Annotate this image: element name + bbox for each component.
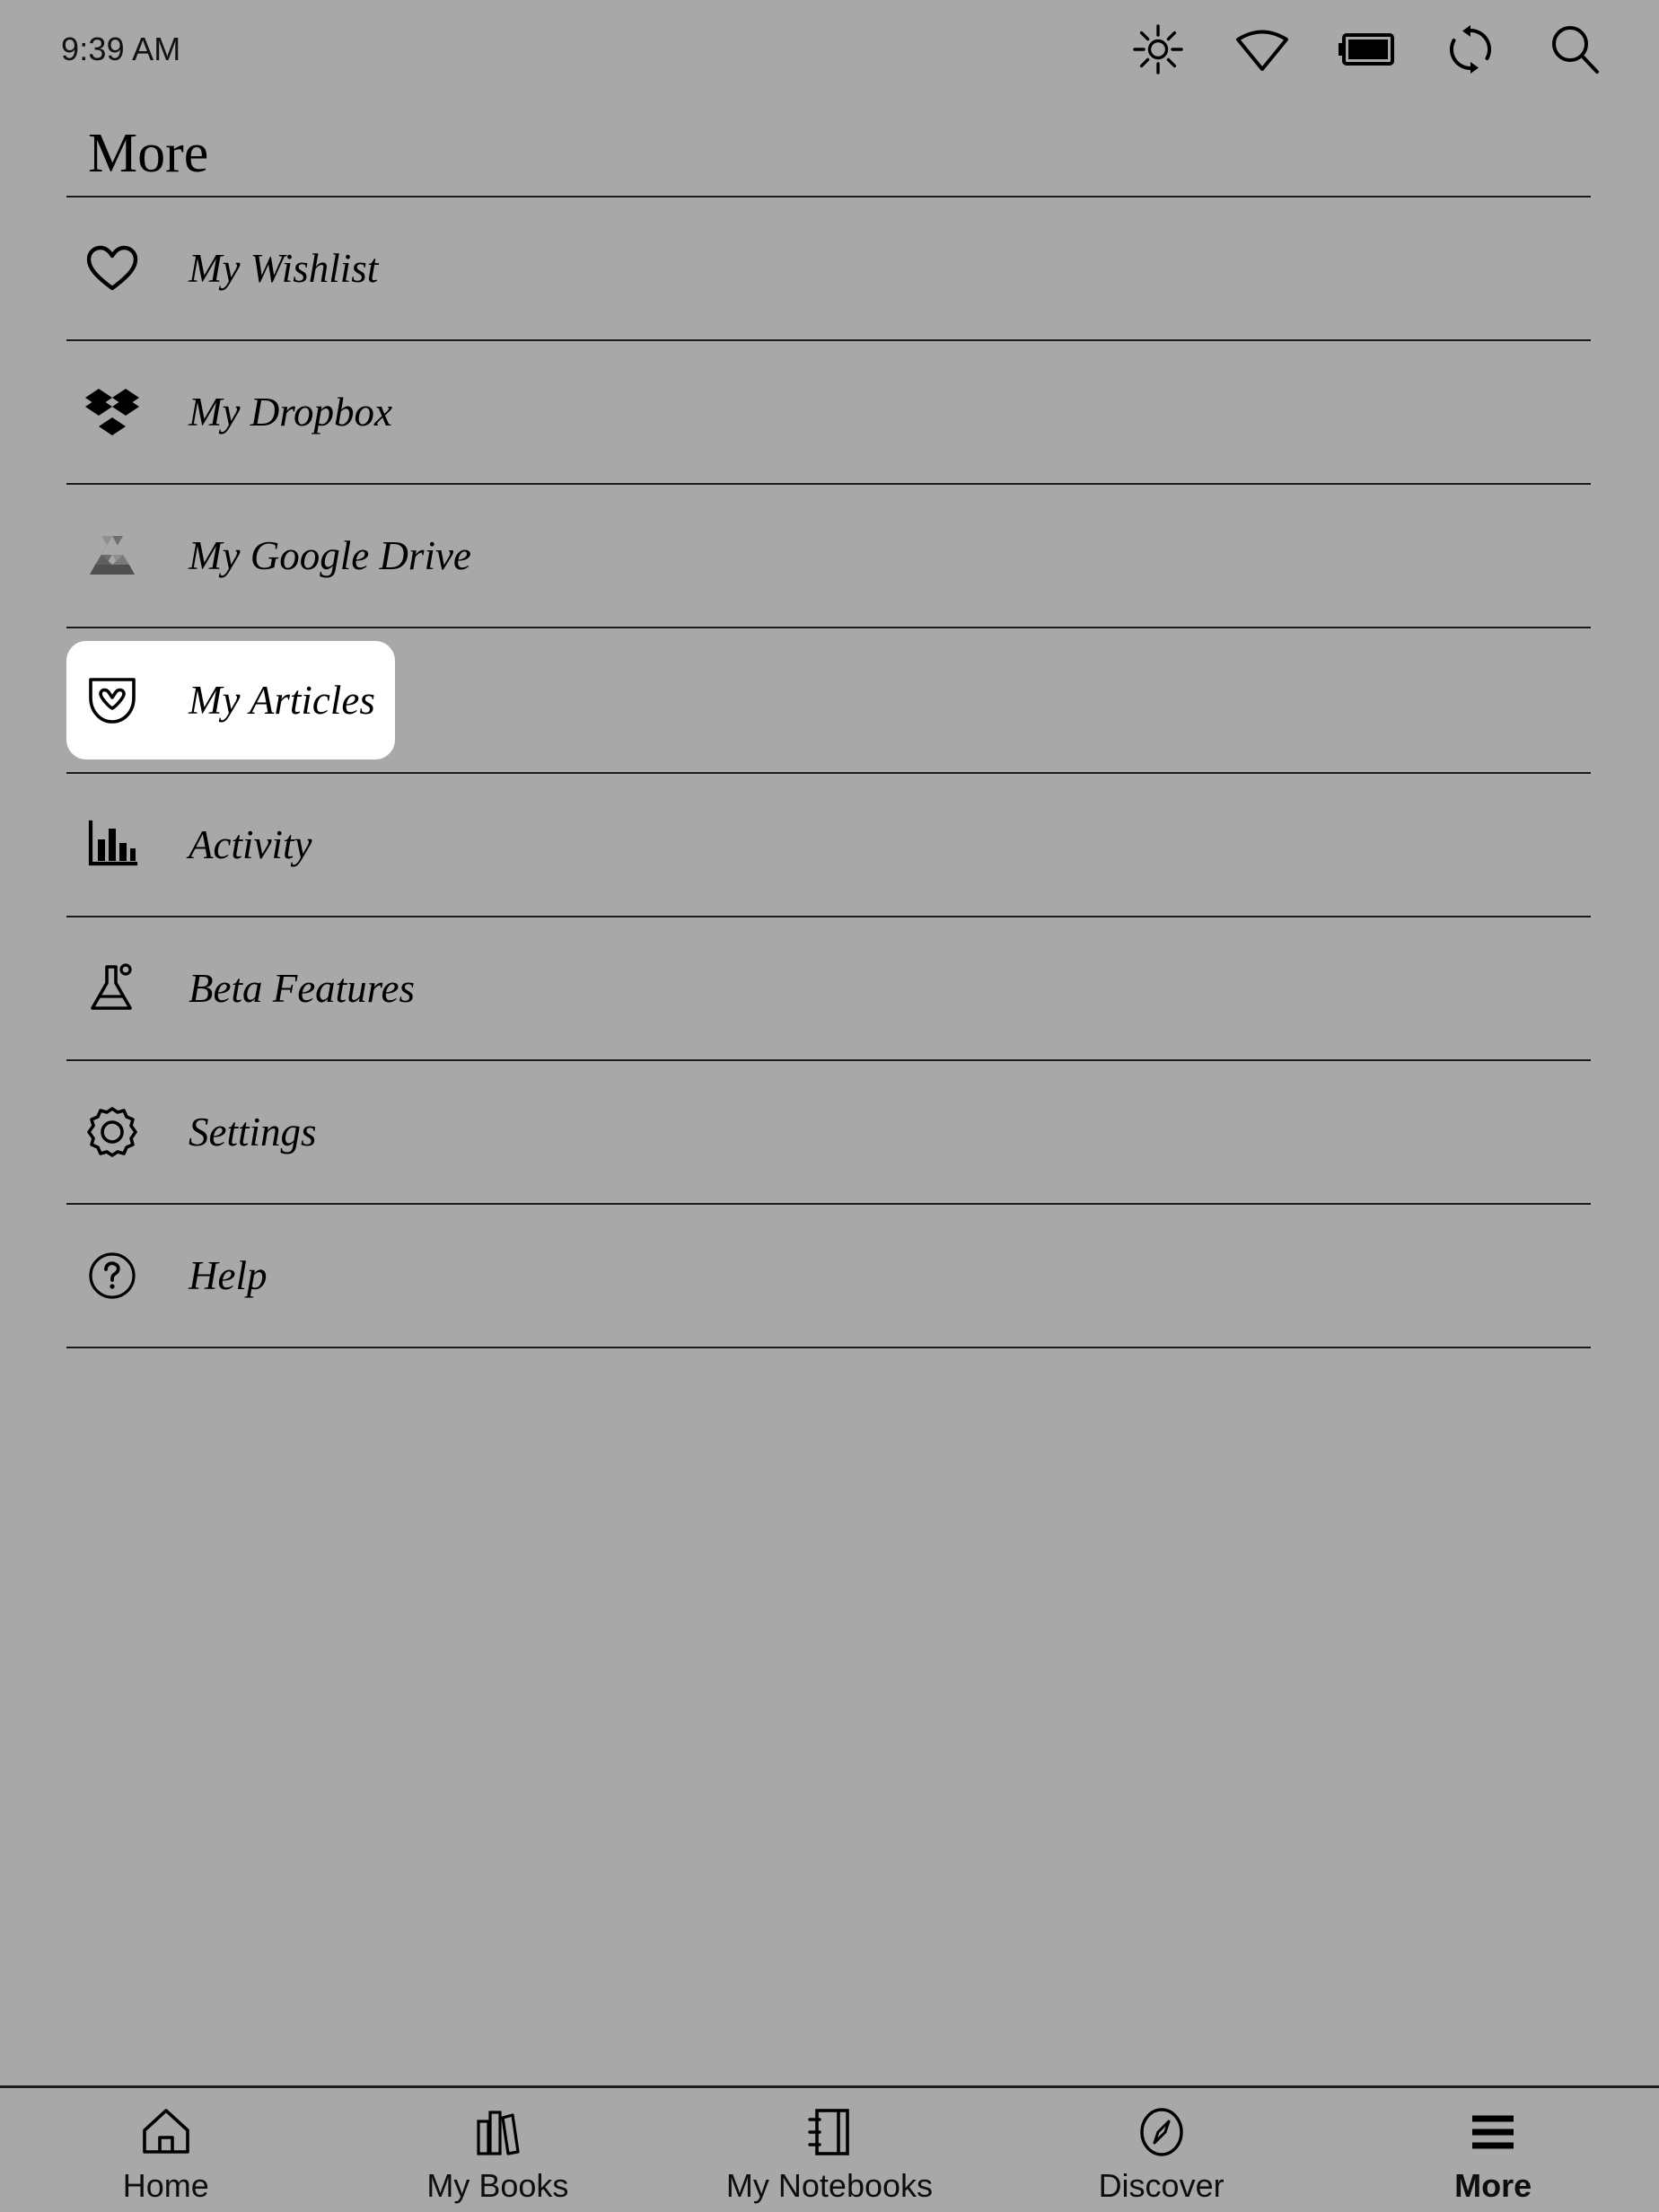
menu-item-my-google-drive[interactable]: My Google Drive [0,485,1659,627]
page-title: More [88,123,209,184]
nav-tab-home[interactable]: Home [0,2088,332,2212]
bottom-navigation-bar: Home My Books My Notebooks Discover More [0,2085,1659,2212]
menu-item-label: My Dropbox [189,390,393,434]
nav-tab-label: Home [122,2167,209,2204]
status-time: 9:39 AM [61,31,181,67]
menu-item-activity[interactable]: Activity [0,774,1659,916]
search-icon[interactable] [1546,21,1603,78]
menu-item-my-articles[interactable]: My Articles [0,628,1659,772]
compass-icon [1137,2102,1187,2162]
nav-tab-label: More [1454,2167,1532,2204]
status-icon-group [1129,21,1603,78]
battery-icon[interactable] [1338,21,1395,78]
more-menu-list: My Wishlist My Dropbox My Google Drive M… [0,196,1659,1348]
nav-tab-more[interactable]: More [1327,2088,1659,2212]
books-icon [471,2102,523,2162]
nav-tab-label: My Notebooks [725,2167,934,2204]
menu-item-beta-features[interactable]: Beta Features [0,917,1659,1059]
bar-chart-icon [83,815,142,874]
nav-tab-label: Discover [1098,2167,1224,2204]
home-icon [140,2102,192,2162]
status-bar: 9:39 AM [0,0,1659,99]
nav-tab-label: My Books [426,2167,569,2204]
gear-icon [83,1102,142,1162]
menu-item-label: Activity [189,822,312,867]
menu-item-label: My Wishlist [189,246,379,291]
dropbox-icon [83,382,142,442]
sync-icon[interactable] [1442,21,1499,78]
heart-icon [83,239,142,298]
nav-tab-discover[interactable]: Discover [996,2088,1328,2212]
notebook-icon [804,2102,855,2162]
menu-item-my-dropbox[interactable]: My Dropbox [0,341,1659,483]
pocket-icon [83,671,142,730]
menu-item-help[interactable]: Help [0,1205,1659,1347]
menu-item-label: Settings [189,1110,317,1154]
question-circle-icon [83,1246,142,1305]
wifi-icon[interactable] [1233,21,1291,78]
brightness-icon[interactable] [1129,21,1187,78]
menu-item-label: Beta Features [189,966,416,1011]
google-drive-icon [83,526,142,585]
menu-item-settings[interactable]: Settings [0,1061,1659,1203]
nav-tab-my-books[interactable]: My Books [332,2088,664,2212]
menu-item-label: My Articles [189,678,375,723]
menu-item-label: Help [189,1253,268,1298]
list-divider [66,1347,1591,1348]
hamburger-icon [1468,2102,1518,2162]
menu-item-my-wishlist[interactable]: My Wishlist [0,198,1659,339]
flask-icon [83,959,142,1018]
nav-tab-my-notebooks[interactable]: My Notebooks [663,2088,996,2212]
menu-item-label: My Google Drive [189,533,471,578]
